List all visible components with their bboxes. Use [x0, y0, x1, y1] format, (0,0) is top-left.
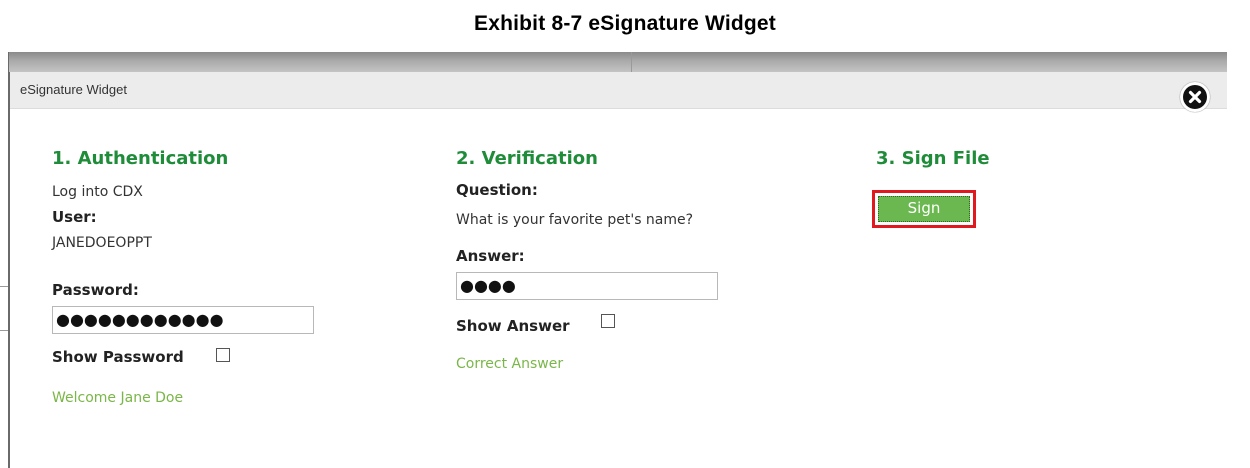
exhibit-caption: Exhibit 8-7 eSignature Widget	[474, 12, 776, 35]
user-label: User:	[52, 208, 97, 226]
password-label: Password:	[52, 281, 139, 299]
close-icon	[1183, 85, 1207, 109]
user-value: JANEDOEOPPT	[52, 235, 152, 251]
close-button[interactable]	[1180, 82, 1210, 112]
authentication-heading: 1. Authentication	[52, 148, 229, 169]
verification-status: Correct Answer	[456, 356, 564, 372]
frame-divider	[631, 52, 632, 72]
show-answer-checkbox[interactable]	[601, 314, 615, 328]
answer-field[interactable]: ●●●●	[456, 272, 718, 300]
widget-header: eSignature Widget	[10, 72, 1227, 109]
show-password-label: Show Password	[52, 348, 184, 366]
left-border	[8, 52, 10, 468]
sign-heading: 3. Sign File	[876, 148, 990, 169]
login-instruction: Log into CDX	[52, 184, 143, 200]
left-tick	[0, 286, 8, 287]
question-label: Question:	[456, 181, 538, 199]
password-field[interactable]: ●●●●●●●●●●●●	[52, 306, 314, 334]
sign-button[interactable]: Sign	[878, 196, 970, 222]
window-frame-top	[9, 52, 1227, 72]
widget-title: eSignature Widget	[20, 82, 127, 97]
answer-label: Answer:	[456, 247, 525, 265]
show-answer-label: Show Answer	[456, 317, 570, 335]
question-text: What is your favorite pet's name?	[456, 212, 694, 228]
sign-button-highlight: Sign	[872, 190, 976, 228]
authentication-status: Welcome Jane Doe	[52, 390, 184, 406]
verification-heading: 2. Verification	[456, 148, 598, 169]
show-password-checkbox[interactable]	[216, 348, 230, 362]
left-tick	[0, 330, 8, 331]
